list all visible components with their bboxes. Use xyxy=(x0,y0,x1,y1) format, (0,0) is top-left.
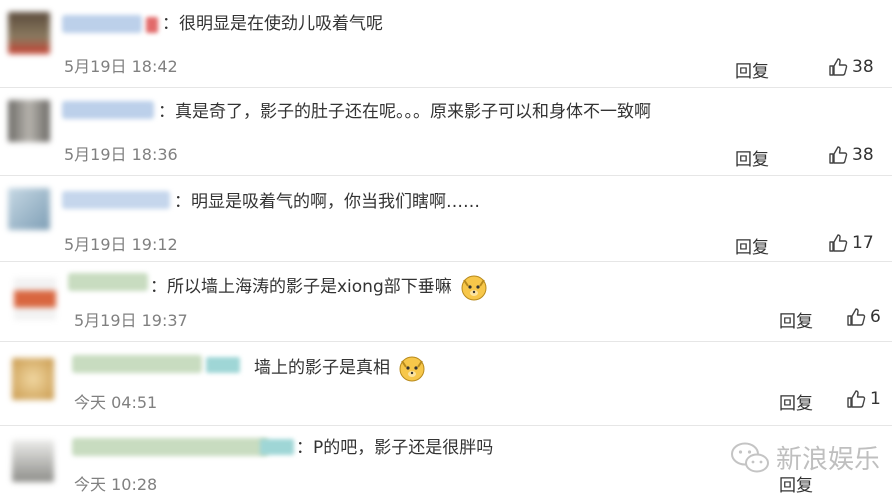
thumbs-up-icon xyxy=(829,234,848,252)
username[interactable] xyxy=(62,101,154,119)
wechat-icon xyxy=(730,442,769,472)
username[interactable] xyxy=(68,273,148,291)
comment-text: ：所以墙上海涛的影子是xiong部下垂嘛 xyxy=(150,272,489,302)
watermark: 新浪娱乐 xyxy=(730,439,880,476)
avatar[interactable] xyxy=(14,278,56,320)
comment-text-content: ：所以墙上海涛的影子是xiong部下垂嘛 xyxy=(150,277,452,297)
reply-button[interactable]: 回复 xyxy=(735,233,769,258)
comment-item: 墙上的影子是真相 今天 04:51 回复 1 xyxy=(0,342,892,426)
reply-button[interactable]: 回复 xyxy=(779,389,813,414)
like-count: 1 xyxy=(870,389,881,409)
reply-button[interactable]: 回复 xyxy=(735,145,769,170)
avatar[interactable] xyxy=(8,188,50,230)
user-badge xyxy=(146,17,158,33)
comment-time: 今天 10:28 xyxy=(74,475,158,494)
comment-time: 今天 04:51 xyxy=(74,393,158,412)
user-badge xyxy=(260,439,294,455)
doge-emoji-icon xyxy=(461,275,487,301)
like-count: 38 xyxy=(852,145,874,165)
thumbs-up-icon xyxy=(829,146,848,164)
comment-text: ：很明显是在使劲儿吸着气呢 xyxy=(162,14,383,34)
comment-item: ：明显是吸着气的啊，你当我们瞎啊…… 5月19日 19:12 回复 17 xyxy=(0,176,892,262)
like-button[interactable]: 38 xyxy=(828,57,874,77)
thumbs-up-icon xyxy=(829,58,848,76)
comment-item: ：真是奇了，影子的肚子还在呢。。。原来影子可以和身体不一致啊 5月19日 18:… xyxy=(0,88,892,176)
watermark-text: 新浪娱乐 xyxy=(775,445,880,475)
like-button[interactable]: 6 xyxy=(846,307,881,327)
like-count: 6 xyxy=(870,307,881,327)
avatar[interactable] xyxy=(8,12,50,54)
comment-time: 5月19日 19:12 xyxy=(64,235,178,254)
comment-item: ：很明显是在使劲儿吸着气呢 5月19日 18:42 回复 38 xyxy=(0,0,892,88)
comment-text-content: 墙上的影子是真相 xyxy=(254,358,390,378)
avatar[interactable] xyxy=(8,100,50,142)
comment-text: ：真是奇了，影子的肚子还在呢。。。原来影子可以和身体不一致啊 xyxy=(158,102,651,122)
username[interactable] xyxy=(62,15,142,33)
reply-button[interactable]: 回复 xyxy=(735,57,769,82)
comment-text: 墙上的影子是真相 xyxy=(254,353,427,383)
comment-text: ：P的吧，影子还是很胖吗 xyxy=(296,438,494,458)
like-button[interactable]: 1 xyxy=(846,389,881,409)
like-count: 38 xyxy=(852,57,874,77)
reply-button[interactable]: 回复 xyxy=(779,307,813,332)
comment-text: ：明显是吸着气的啊，你当我们瞎啊…… xyxy=(174,192,480,212)
thumbs-up-icon xyxy=(847,390,866,408)
comment-item: ：所以墙上海涛的影子是xiong部下垂嘛 5月19日 19:37 回复 6 xyxy=(0,262,892,342)
username[interactable] xyxy=(72,438,268,456)
username[interactable] xyxy=(62,191,170,209)
like-button[interactable]: 17 xyxy=(828,233,874,253)
doge-emoji-icon xyxy=(399,356,425,382)
thumbs-up-icon xyxy=(847,308,866,326)
comment-time: 5月19日 18:36 xyxy=(64,145,178,164)
avatar[interactable] xyxy=(12,358,54,400)
comment-time: 5月19日 19:37 xyxy=(74,311,188,330)
comment-time: 5月19日 18:42 xyxy=(64,57,178,76)
like-count: 17 xyxy=(852,233,874,253)
like-button[interactable]: 38 xyxy=(828,145,874,165)
user-badge xyxy=(206,357,240,373)
username[interactable] xyxy=(72,355,202,373)
avatar[interactable] xyxy=(12,440,54,482)
